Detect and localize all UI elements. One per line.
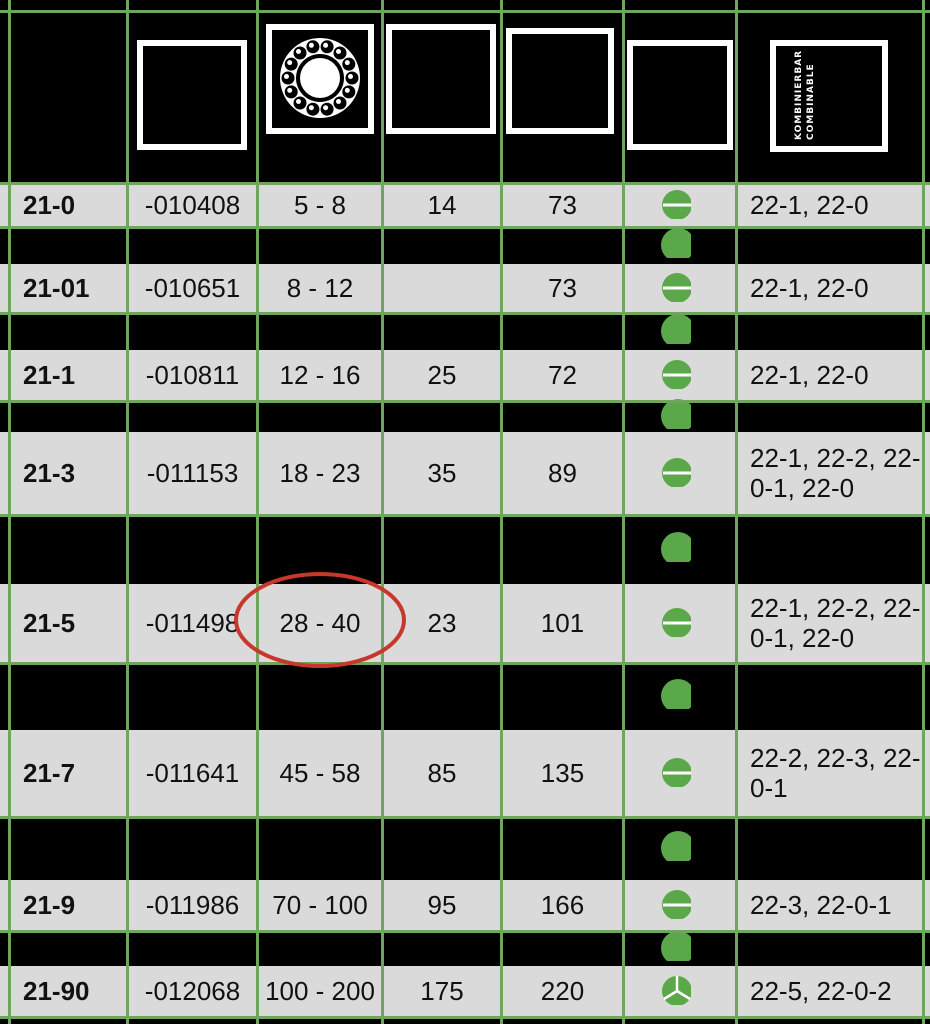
- cell-range: 5 - 8: [293, 190, 347, 220]
- cell-range: 8 - 12: [286, 273, 354, 303]
- cell-model: 21-9: [23, 890, 76, 920]
- cell-model: 21-7: [23, 758, 76, 788]
- grid-line: [0, 930, 930, 933]
- cell-combinable: 22-5, 22-0-2: [750, 976, 892, 1006]
- table-row-dark: [0, 930, 930, 966]
- dark-row-badge-icon: [661, 399, 691, 429]
- cell-range: 12 - 16: [279, 360, 361, 390]
- cell-code: -010651: [144, 273, 241, 303]
- striped-badge-icon: [662, 890, 691, 919]
- code-column-icon: [137, 40, 247, 150]
- grid-line: [0, 10, 930, 13]
- grid-line: [622, 0, 625, 1024]
- cell-c5: 73: [548, 190, 577, 220]
- column-6-icon: [627, 40, 733, 150]
- dark-row-badge-icon: [661, 831, 691, 861]
- cell-range: 45 - 58: [279, 758, 361, 788]
- cell-range: 70 - 100: [272, 890, 368, 920]
- table-row-dark: [0, 662, 930, 730]
- cell-c5: 72: [548, 360, 577, 390]
- striped-badge-icon: [662, 190, 691, 219]
- grid-line: [0, 816, 930, 819]
- cell-c5: 101: [540, 608, 585, 638]
- cell-c5: 73: [548, 273, 577, 303]
- cell-code: -011986: [145, 890, 240, 920]
- cell-combinable: 22-2, 22-3, 22-0-1: [750, 743, 921, 803]
- grid-line: [0, 312, 930, 315]
- cell-combinable: 22-1, 22-2, 22-0-1, 22-0: [750, 443, 921, 503]
- cell-c4: 25: [427, 360, 457, 390]
- table-row-dark: [0, 226, 930, 264]
- combinable-icon: [770, 40, 888, 152]
- grid-line: [500, 0, 503, 1024]
- cell-model: 21-3: [23, 458, 76, 488]
- grid-line: [126, 0, 129, 1024]
- grid-line: [0, 400, 930, 403]
- combinable-header-label: COMBINABLE: [806, 63, 816, 140]
- highlight-ellipse: [234, 572, 406, 668]
- combinable-header-label: KOMBINIERBAR: [794, 49, 804, 140]
- cell-model: 21-01: [23, 273, 90, 303]
- cell-c4: 85: [427, 758, 457, 788]
- striped-badge-icon: [662, 273, 691, 302]
- grid-line: [0, 182, 930, 185]
- cell-model: 21-0: [23, 190, 76, 220]
- grid-line: [381, 0, 384, 1024]
- cell-range: 100 - 200: [265, 976, 375, 1006]
- striped-badge-icon: [662, 458, 691, 487]
- striped-badge-icon: [662, 360, 691, 389]
- dark-row-badge-icon: [661, 532, 691, 562]
- table-row-dark: [0, 816, 930, 880]
- cell-model: 21-90: [23, 976, 90, 1006]
- bearing-ring-icon: [280, 38, 360, 118]
- cell-combinable: 22-1, 22-2, 22-0-1, 22-0: [750, 593, 921, 653]
- cell-c4: 35: [427, 458, 457, 488]
- column-4-icon: [386, 24, 496, 134]
- column-5-icon: [506, 28, 614, 134]
- product-table: KOMBINIERBAR COMBINABLE 21-0 -010408 5 - 8 14…: [0, 0, 930, 1024]
- table-row-dark: [0, 400, 930, 432]
- cell-code: -010408: [144, 190, 241, 220]
- cell-combinable: 22-1, 22-0: [750, 273, 869, 303]
- cell-c4: 175: [420, 976, 464, 1006]
- dark-row-badge-icon: [661, 314, 691, 344]
- dark-row-badge-icon: [661, 228, 691, 258]
- dark-row-badge-icon: [661, 679, 691, 709]
- grid-line: [0, 662, 930, 665]
- grid-line: [0, 1016, 930, 1019]
- dark-row-badge-icon: [661, 931, 691, 961]
- cell-code: -010811: [145, 360, 240, 390]
- cell-code: -011153: [146, 458, 239, 488]
- cell-c4: 95: [427, 890, 457, 920]
- cell-model: 21-5: [23, 608, 76, 638]
- cell-model: 21-1: [23, 360, 76, 390]
- grid-line: [922, 0, 925, 1024]
- cell-c5: 89: [548, 458, 577, 488]
- cell-combinable: 22-1, 22-0: [750, 190, 869, 220]
- grid-line: [0, 514, 930, 517]
- grid-line: [256, 0, 259, 1024]
- cell-c4: [384, 264, 500, 312]
- tri-split-badge-icon: [662, 976, 691, 1005]
- cell-c5: 166: [540, 890, 585, 920]
- table-row-dark: [0, 514, 930, 584]
- grid-line: [0, 226, 930, 229]
- grid-line: [8, 0, 11, 1024]
- cell-code: -012068: [144, 976, 241, 1006]
- striped-badge-icon: [662, 608, 691, 637]
- cell-c4: 14: [427, 190, 457, 220]
- cell-code: -011641: [145, 758, 240, 788]
- cell-range: 18 - 23: [279, 458, 361, 488]
- striped-badge-icon: [662, 758, 691, 787]
- grid-line: [735, 0, 738, 1024]
- cell-c5: 135: [540, 758, 585, 788]
- table-row-dark: [0, 312, 930, 350]
- cell-combinable: 22-3, 22-0-1: [750, 890, 892, 920]
- cell-c5: 220: [540, 976, 585, 1006]
- cell-combinable: 22-1, 22-0: [750, 360, 869, 390]
